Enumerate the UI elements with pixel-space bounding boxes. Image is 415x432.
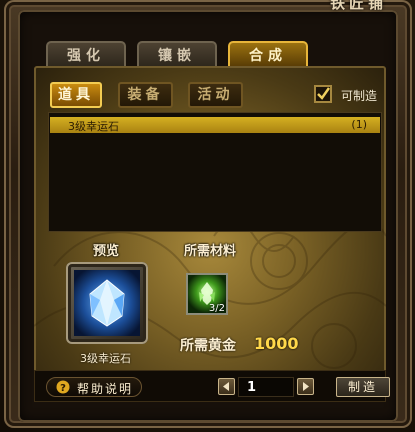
make-button[interactable]: 制造 xyxy=(336,377,390,397)
material-count: 3/2 xyxy=(208,303,225,314)
quantity-input[interactable] xyxy=(238,377,294,397)
subtab-events[interactable]: 活动 xyxy=(188,82,243,108)
tab-inlay[interactable]: 镶嵌 xyxy=(137,41,217,68)
gold-label: 所需黄金 xyxy=(180,338,236,354)
arrow-left-icon xyxy=(223,382,229,391)
window-title: 铁匠铺 xyxy=(329,0,387,12)
tab-synthesize[interactable]: 合成 xyxy=(228,41,308,68)
list-item-count: (1) xyxy=(351,118,367,131)
list-item[interactable]: 3级幸运石 (1) xyxy=(50,117,380,133)
preview-slot[interactable] xyxy=(66,262,148,344)
craftable-checkbox[interactable] xyxy=(314,85,332,103)
help-button[interactable]: ? 帮助说明 xyxy=(46,377,142,397)
subtab-items[interactable]: 道具 xyxy=(50,82,102,108)
tab-enhance[interactable]: 强化 xyxy=(46,41,126,68)
help-label: 帮助说明 xyxy=(77,382,134,396)
craftable-label[interactable]: 可制造 xyxy=(341,87,377,104)
blacksmith-window: 铁匠铺 强化 镶嵌 合成 道具 装备 活动 可制造 3级幸运石 (1) 预览 3… xyxy=(0,0,415,432)
decrease-button[interactable] xyxy=(218,378,235,395)
increase-button[interactable] xyxy=(297,378,314,395)
list-item-name: 3级幸运石 xyxy=(68,120,119,133)
material-slot[interactable]: 3/2 xyxy=(186,273,228,315)
materials-label: 所需材料 xyxy=(184,244,237,259)
check-icon xyxy=(317,87,330,100)
blue-crystal-icon xyxy=(74,270,140,336)
preview-item-name: 3级幸运石 xyxy=(80,352,131,365)
subtab-equipment[interactable]: 装备 xyxy=(118,82,173,108)
question-icon: ? xyxy=(56,380,70,394)
preview-label: 预览 xyxy=(93,244,120,259)
recipe-list: 3级幸运石 (1) xyxy=(48,112,382,232)
arrow-right-icon xyxy=(303,382,309,391)
gold-value: 1000 xyxy=(254,334,299,353)
svg-text:?: ? xyxy=(60,383,66,394)
